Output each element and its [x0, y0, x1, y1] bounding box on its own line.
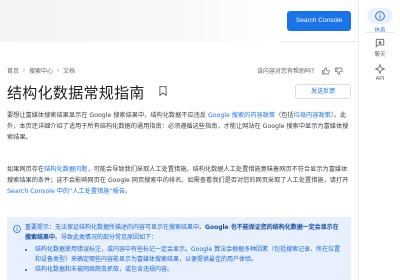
thumb-down-icon[interactable] — [335, 67, 343, 75]
title-row: 结构化数据常规指南 发送反馈 — [7, 82, 351, 103]
helpful-question: 该内容对您有帮助吗？ — [257, 69, 318, 75]
note-label: 重要提示： — [25, 224, 56, 231]
bookmark-icon[interactable] — [159, 86, 167, 96]
spam-policy-link[interactable]: 垃圾内容政策 — [294, 112, 331, 119]
intro-text-2: （包括 — [275, 112, 294, 119]
rail-api-tab[interactable]: API — [363, 64, 397, 82]
note-text-2: 。导致此类情况的部分常见原因如下： — [55, 234, 158, 241]
helpful-prompt: 该内容对您有帮助吗？ — [257, 66, 343, 75]
right-rail: 信息 聊天 API — [358, 0, 400, 280]
top-bar: Search Console — [0, 0, 358, 42]
main-content: 首页 › 搜索中心 › 文档 该内容对您有帮助吗？ 结构化数据常规指南 发送反馈… — [0, 42, 358, 280]
structured-data-issues-link[interactable]: 结构化数据问题 — [44, 166, 87, 173]
thumb-up-icon[interactable] — [322, 66, 330, 75]
rail-info-label: 信息 — [374, 28, 386, 34]
rail-info-tab[interactable]: 信息 — [363, 8, 397, 34]
breadcrumb-home[interactable]: 首页 — [7, 66, 19, 75]
rail-chat-tab[interactable]: 聊天 — [363, 38, 397, 58]
info-icon — [13, 225, 21, 233]
breadcrumb-search-central[interactable]: 搜索中心 — [29, 66, 53, 75]
chevron-right-icon: › — [57, 67, 60, 74]
top-bar-background — [0, 0, 280, 42]
breadcrumb-docs[interactable]: 文档 — [63, 66, 75, 75]
send-feedback-button[interactable]: 发送反馈 — [295, 84, 351, 99]
manual-action-paragraph: 如果网页存在结构化数据问题，可能会导致我们采取人工处置措施。结构化数据人工处置措… — [7, 164, 351, 198]
rail-divider — [365, 32, 395, 33]
content-policy-link[interactable]: Google 搜索的内容政策 — [208, 112, 275, 119]
important-note: 重要提示：无法保证结构化数据所描述的内容可显示在搜索结果中。Google 也不能… — [7, 217, 351, 280]
manual-text-3: 。 — [125, 188, 132, 196]
info-icon — [375, 11, 385, 21]
manual-text-1: 如果网页存在 — [7, 166, 45, 173]
note-text-1: 无法保证结构化数据所描述的内容可显示在搜索结果中。 — [55, 224, 206, 231]
note-bullet: 结构化数据和未被网络爬虫抓取，或包含违规内容。 — [35, 265, 343, 275]
breadcrumb: 首页 › 搜索中心 › 文档 — [7, 66, 75, 76]
manual-actions-report-link[interactable]: Search Console 中的“人工处置措施”报告 — [7, 188, 125, 195]
api-icon — [375, 64, 385, 74]
intro-paragraph: 要想让富媒体搜索结果显示在 Google 搜索结果中，结构化数据不应违反 Goo… — [7, 110, 351, 144]
note-bullet: 结构化数据使用错误标注，或内容中有些标记一定会显示。Google 算法会根据多种… — [35, 245, 343, 265]
note-lead: 重要提示：无法保证结构化数据所描述的内容可显示在搜索结果中。Google 也不能… — [25, 223, 343, 243]
rail-chat-label: 聊天 — [374, 52, 386, 58]
intro-text-1: 要想让富媒体搜索结果显示在 Google 搜索结果中，结构化数据不应违反 — [7, 112, 208, 119]
note-bullets: 结构化数据使用错误标注，或内容中有些标记一定会显示。Google 算法会根据多种… — [25, 245, 343, 275]
search-console-button[interactable]: Search Console — [287, 11, 351, 31]
chat-icon — [375, 38, 385, 48]
rail-api-label: API — [375, 76, 385, 82]
chevron-right-icon: › — [23, 67, 26, 74]
